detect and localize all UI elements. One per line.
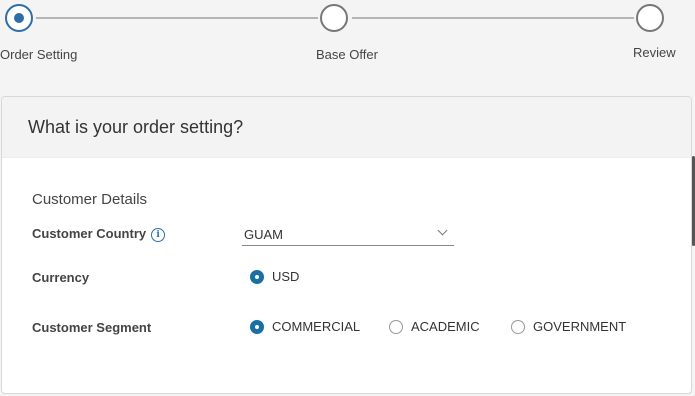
step-order-setting-label: Order Setting	[0, 47, 78, 62]
customer-country-select[interactable]: GUAM	[242, 222, 454, 246]
radio-label: COMMERCIAL	[272, 319, 361, 334]
step-order-setting-circle[interactable]	[5, 4, 33, 32]
card-header: What is your order setting?	[2, 97, 691, 158]
step-review-circle[interactable]	[636, 4, 664, 32]
segment-radio-government[interactable]: GOVERNMENT	[511, 319, 626, 334]
radio-checked-icon	[250, 319, 264, 334]
chevron-down-icon	[437, 225, 448, 236]
radio-checked-icon	[250, 269, 264, 284]
step-connector	[36, 17, 318, 19]
currency-label: Currency	[32, 270, 90, 285]
customer-country-value: GUAM	[244, 227, 283, 242]
radio-label: ACADEMIC	[411, 319, 480, 334]
radio-unchecked-icon	[389, 319, 403, 334]
step-base-offer-circle[interactable]	[320, 4, 348, 32]
progress-stepper: Order Setting Base Offer Review	[0, 0, 695, 70]
card-title: What is your order setting?	[28, 117, 244, 137]
segment-radio-commercial[interactable]: COMMERCIAL	[250, 319, 360, 334]
order-setting-card: What is your order setting? Customer Det…	[1, 96, 692, 394]
radio-label: USD	[272, 269, 300, 284]
segment-radio-academic[interactable]: ACADEMIC	[389, 319, 480, 334]
info-icon[interactable]: i	[151, 227, 166, 242]
customer-country-label-text: Customer Country	[32, 226, 147, 241]
radio-label: GOVERNMENT	[533, 319, 627, 334]
step-review-label: Review	[633, 45, 676, 60]
step-connector	[352, 17, 634, 19]
step-base-offer-label: Base Offer	[316, 47, 378, 62]
customer-country-label: Customer Country i	[32, 226, 166, 242]
customer-details-heading: Customer Details	[32, 191, 148, 208]
radio-unchecked-icon	[511, 319, 525, 334]
currency-radio-usd[interactable]: USD	[250, 269, 299, 284]
customer-segment-label: Customer Segment	[32, 320, 152, 335]
